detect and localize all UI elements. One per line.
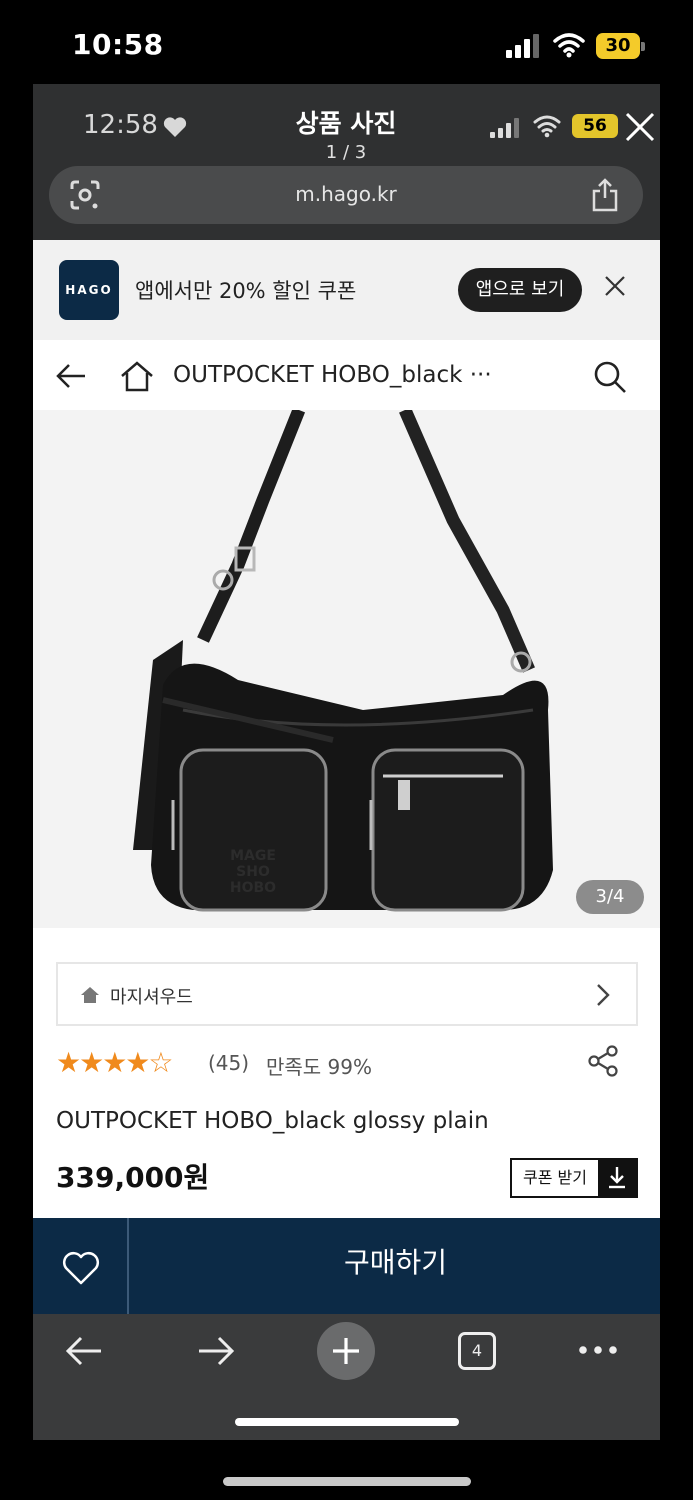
chevron-right-icon [597,984,610,1006]
store-name: 마지셔우드 [110,987,193,1008]
rating-row: ★★★★☆ (45) 만족도 99% [56,1044,638,1084]
photo-viewer-header: 12:58 상품 사진 1 / 3 56 m.hago.kr [33,84,660,240]
wifi-icon [553,33,585,58]
inner-clock: 12:58 [83,110,158,140]
page-title: OUTPOCKET HOBO_black ··· [173,362,492,388]
more-icon[interactable] [578,1340,618,1360]
cellular-signal-icon [490,118,519,138]
photo-index: 1 / 3 [325,142,367,163]
hago-logo: HAGO [59,260,119,320]
coupon-label: 쿠폰 받기 [523,1168,587,1187]
url-bar[interactable]: m.hago.kr [49,166,643,224]
satisfaction-rate: 만족도 99% [266,1055,373,1079]
share-icon[interactable] [586,1044,620,1078]
app-promo-banner: HAGO 앱에서만 20% 할인 쿠폰 앱으로 보기 [33,240,660,340]
heart-outline-icon [63,1252,99,1285]
star-rating: ★★★★☆ [56,1046,174,1079]
battery-level: 56 [572,114,618,138]
product-image[interactable]: MAGE SHO HOBO 3/4 [33,410,660,928]
bag-emboss-line-2: SHO [236,864,270,880]
bag-emboss-line-1: MAGE [230,848,276,864]
wifi-icon [533,115,561,138]
bag-emboss-line-3: HOBO [230,880,276,896]
inner-home-indicator [235,1418,459,1426]
promo-text: 앱에서만 20% 할인 쿠폰 [135,279,357,303]
battery-level: 30 [596,33,640,59]
image-counter: 3/4 [576,880,644,914]
store-home-icon [81,987,99,1003]
page-nav-bar: OUTPOCKET HOBO_black ··· [33,340,660,410]
close-icon[interactable] [603,274,627,298]
battery-icon: 30 [596,33,646,59]
cellular-signal-icon [506,34,539,58]
browser-toolbar: 4 [33,1314,660,1440]
product-name: OUTPOCKET HOBO_black glossy plain [56,1108,489,1134]
open-app-button[interactable]: 앱으로 보기 [458,268,582,312]
hobo-bag-photo: MAGE SHO HOBO [133,410,553,912]
tab-switcher-button[interactable]: 4 [458,1332,496,1370]
new-tab-button[interactable] [317,1322,375,1380]
browser-back-icon[interactable] [63,1334,105,1368]
home-icon[interactable] [119,360,155,392]
wishlist-button[interactable] [33,1218,129,1314]
review-count[interactable]: (45) [208,1051,249,1075]
outer-clock: 10:58 [72,28,164,61]
get-coupon-button[interactable]: 쿠폰 받기 [510,1158,638,1198]
buy-button[interactable]: 구매하기 [131,1218,660,1314]
plus-icon [333,1338,359,1364]
heart-icon [163,117,187,137]
viewer-title: 상품 사진 [295,109,397,138]
close-icon[interactable] [623,110,657,144]
store-link[interactable]: 마지셔우드 [56,962,638,1026]
browser-forward-icon[interactable] [195,1334,237,1368]
url-text: m.hago.kr [295,182,397,206]
product-price: 339,000원 [56,1161,210,1194]
search-icon[interactable] [593,360,627,394]
screenshot-frame: 12:58 상품 사진 1 / 3 56 m.hago.kr HAGO 앱에서만… [33,84,660,1440]
outer-status-bar: 10:58 30 [0,0,693,84]
purchase-bar: 구매하기 [33,1218,660,1314]
home-indicator[interactable] [223,1477,471,1486]
share-icon[interactable] [591,178,619,212]
back-arrow-icon[interactable] [55,362,87,390]
download-icon [598,1160,636,1196]
